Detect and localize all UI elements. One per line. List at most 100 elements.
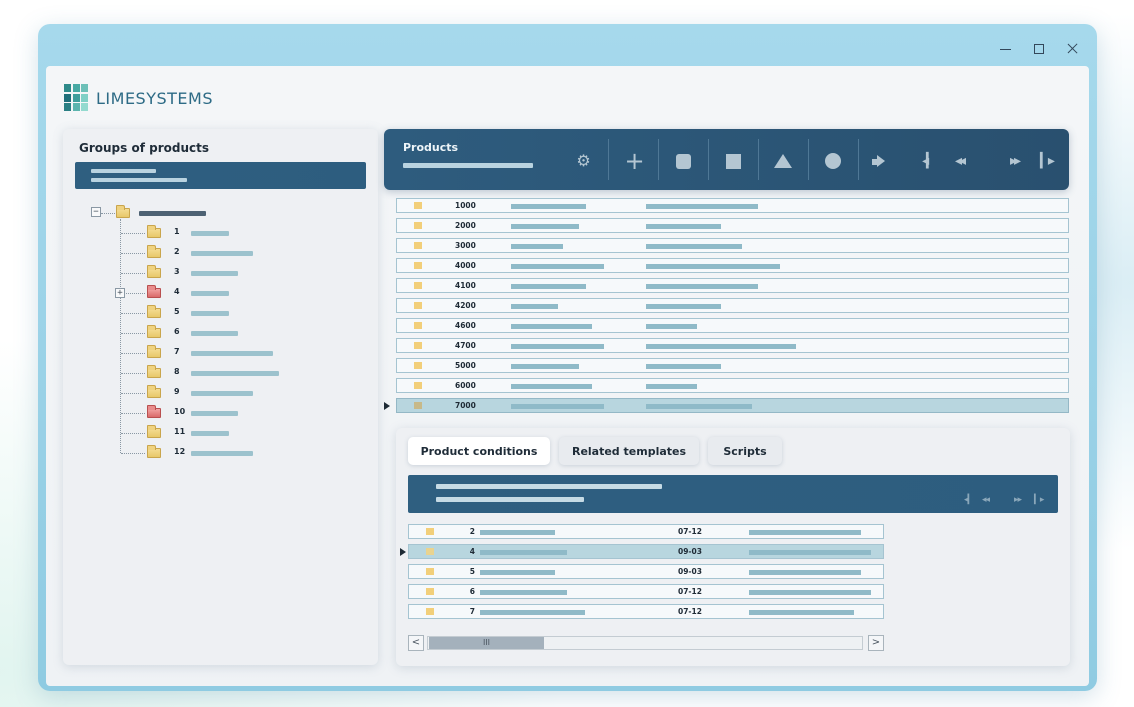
product-code: 1000 — [455, 201, 476, 210]
product-code: 4000 — [455, 261, 476, 270]
circle-icon[interactable] — [825, 153, 841, 169]
logo-tile — [64, 93, 71, 102]
next-page-icon[interactable]: ▸▸ — [1006, 153, 1022, 169]
tree-connector — [101, 213, 115, 214]
tree-item-label[interactable]: 3 — [174, 267, 186, 276]
logo-tile — [64, 84, 71, 92]
tree-item-bar[interactable] — [191, 291, 229, 296]
product-name-bar — [511, 384, 592, 389]
last-page-icon[interactable]: ▎▸ — [1034, 495, 1045, 505]
tree-item-bar[interactable] — [191, 231, 229, 236]
gear-icon[interactable]: ⚙ — [574, 153, 590, 169]
window-controls — [999, 42, 1079, 55]
folder-icon — [147, 345, 161, 358]
logo-mark-icon — [64, 84, 89, 112]
tree-connector — [121, 233, 145, 234]
table-row[interactable]: 4100 — [396, 278, 1069, 293]
tree-item-label[interactable]: 6 — [174, 327, 186, 336]
tree-item-label[interactable]: 5 — [174, 307, 186, 316]
condition-number: 6 — [469, 587, 475, 596]
brand-logo: LIMESYSTEMS — [64, 84, 213, 112]
table-row[interactable]: 4000 — [396, 258, 1069, 273]
tree-root-label[interactable] — [139, 211, 206, 216]
tab-product-conditions[interactable]: Product conditions — [408, 437, 550, 465]
table-row[interactable]: 4200 — [396, 298, 1069, 313]
first-page-icon[interactable]: ◂▎ — [920, 153, 937, 169]
condition-desc-bar — [749, 550, 871, 555]
tree-collapse-toggle[interactable]: − — [91, 207, 101, 217]
previous-page-icon[interactable]: ◂◂ — [951, 153, 967, 169]
table-row[interactable]: 4600 — [396, 318, 1069, 333]
plus-icon[interactable]: + — [624, 149, 644, 173]
first-page-icon[interactable]: ◂▎ — [964, 495, 975, 505]
close-icon[interactable] — [1066, 42, 1079, 55]
product-code: 6000 — [455, 381, 476, 390]
tree-item-bar[interactable] — [191, 411, 238, 416]
tree-item-bar[interactable] — [191, 271, 238, 276]
toolbar-separator — [608, 139, 609, 180]
product-desc-bar — [646, 344, 796, 349]
product-desc-bar — [646, 404, 752, 409]
tree-item-bar[interactable] — [191, 431, 229, 436]
minimize-icon[interactable] — [999, 42, 1012, 55]
rounded-square-icon[interactable] — [675, 153, 691, 169]
tree-item-label[interactable]: 2 — [174, 247, 186, 256]
arrow-right-icon[interactable] — [870, 153, 886, 169]
tree-expand-toggle[interactable]: + — [115, 288, 125, 298]
product-name-bar — [511, 324, 592, 329]
tree-item-label[interactable]: 8 — [174, 367, 186, 376]
table-row[interactable]: 4 09-03 — [408, 544, 884, 559]
tree-item-bar[interactable] — [191, 371, 279, 376]
condition-name-bar — [480, 550, 567, 555]
tree-item-label[interactable]: 4 — [174, 287, 186, 296]
folder-icon — [147, 285, 161, 298]
last-page-icon[interactable]: ▎▸ — [1038, 153, 1055, 169]
tree-item-label[interactable]: 9 — [174, 387, 186, 396]
condition-desc-bar — [749, 530, 861, 535]
row-status-icon — [414, 202, 422, 209]
table-row[interactable]: 7 07-12 — [408, 604, 884, 619]
triangle-icon[interactable] — [774, 153, 792, 169]
square-icon[interactable] — [725, 153, 741, 169]
table-row[interactable]: 1000 — [396, 198, 1069, 213]
scroll-track[interactable]: III — [427, 636, 863, 650]
tab-related-templates[interactable]: Related templates — [559, 437, 699, 465]
tree-item-label[interactable]: 11 — [174, 427, 186, 436]
row-status-icon — [414, 222, 422, 229]
product-name-bar — [511, 344, 604, 349]
scroll-right-icon[interactable]: > — [868, 635, 884, 651]
table-row[interactable]: 3000 — [396, 238, 1069, 253]
scroll-left-icon[interactable]: < — [408, 635, 424, 651]
tree-item-label[interactable]: 12 — [174, 447, 186, 456]
condition-desc-bar — [749, 610, 854, 615]
table-row[interactable]: 5 09-03 — [408, 564, 884, 579]
tree-item-bar[interactable] — [191, 451, 253, 456]
horizontal-scrollbar[interactable]: < III > — [408, 635, 884, 651]
tree-item-label[interactable]: 10 — [174, 407, 186, 416]
tree-connector — [121, 393, 145, 394]
tree-item-label[interactable]: 1 — [174, 227, 186, 236]
table-row[interactable]: 6 07-12 — [408, 584, 884, 599]
row-status-icon — [414, 282, 422, 289]
folder-icon — [147, 305, 161, 318]
product-name-bar — [511, 364, 579, 369]
table-row[interactable]: 6000 — [396, 378, 1069, 393]
tree-item-bar[interactable] — [191, 351, 273, 356]
tree-item-label[interactable]: 7 — [174, 347, 186, 356]
table-row[interactable]: 5000 — [396, 358, 1069, 373]
table-row[interactable]: 4700 — [396, 338, 1069, 353]
previous-page-icon[interactable]: ◂◂ — [982, 495, 990, 505]
tree-item-bar[interactable] — [191, 251, 253, 256]
next-page-icon[interactable]: ▸▸ — [1014, 495, 1022, 505]
scroll-thumb[interactable]: III — [429, 637, 544, 649]
row-status-icon — [414, 242, 422, 249]
folder-icon — [147, 245, 161, 258]
tree-item-bar[interactable] — [191, 311, 229, 316]
maximize-icon[interactable] — [1034, 44, 1044, 54]
tab-scripts[interactable]: Scripts — [708, 437, 782, 465]
table-row[interactable]: 7000 — [396, 398, 1069, 413]
tree-item-bar[interactable] — [191, 391, 253, 396]
table-row[interactable]: 2000 — [396, 218, 1069, 233]
tree-item-bar[interactable] — [191, 331, 238, 336]
table-row[interactable]: 2 07-12 — [408, 524, 884, 539]
